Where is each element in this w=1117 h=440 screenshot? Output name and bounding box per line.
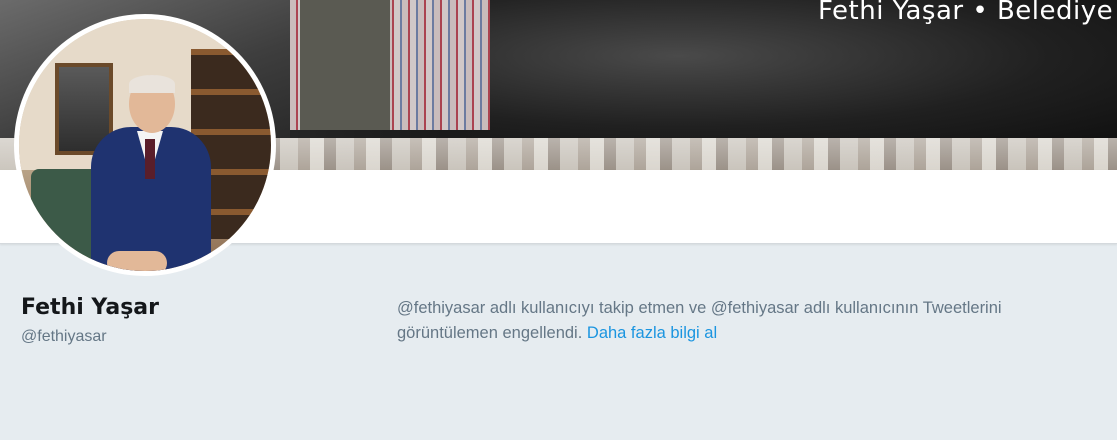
profile-handle: @fethiyasar <box>21 328 107 345</box>
profile-avatar[interactable] <box>14 14 276 276</box>
profile-name: Fethi Yaşar <box>21 295 159 320</box>
blocked-notice: @fethiyasar adlı kullanıcıyı takip etmen… <box>397 296 1077 346</box>
learn-more-link[interactable]: Daha fazla bilgi al <box>587 324 717 342</box>
banner-caption: Fethi Yaşar • Belediye B <box>818 0 1117 26</box>
banner-photo-vest <box>300 0 390 130</box>
avatar-photo <box>19 19 271 271</box>
